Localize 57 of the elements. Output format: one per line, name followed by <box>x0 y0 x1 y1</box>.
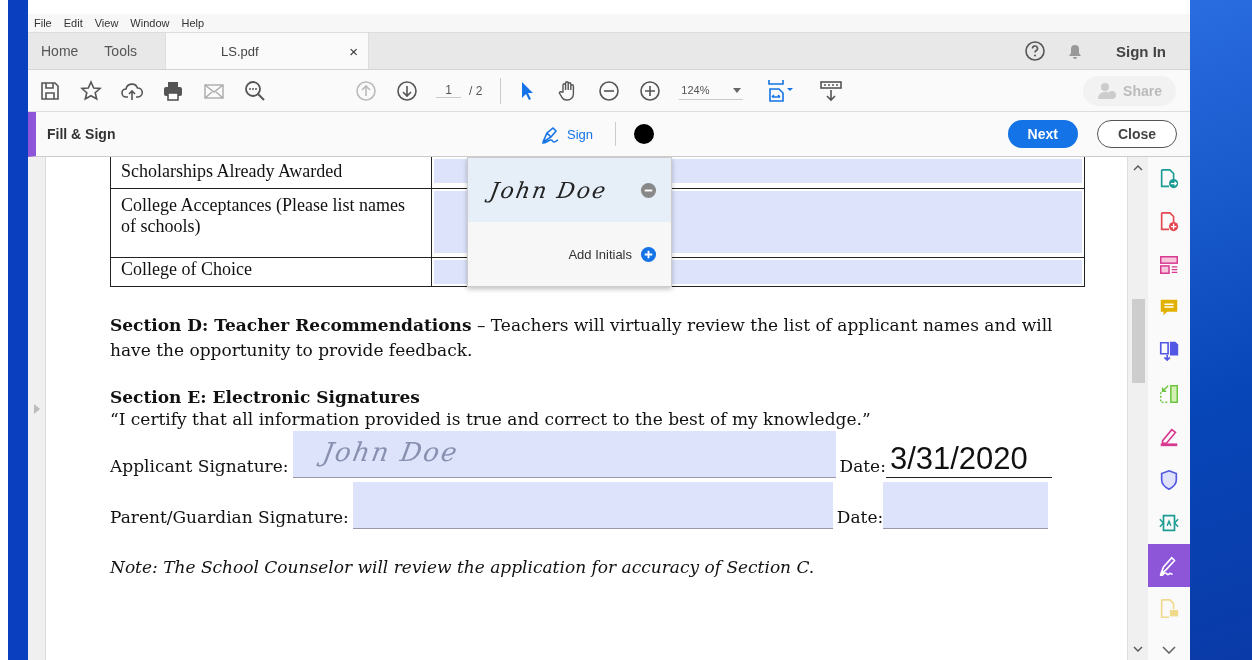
certification-text: “I certify that all information provided is true and correct to the best of my knowledge.” <box>110 409 872 429</box>
document-comment-icon <box>1158 597 1180 620</box>
saved-signature[interactable]: John Doe <box>468 158 671 222</box>
tab[interactable]: Tools <box>91 33 151 69</box>
scrollbar-thumb[interactable] <box>1131 299 1145 383</box>
section-heading: Section E: Electronic Signatures <box>110 387 421 407</box>
date-field[interactable] <box>883 482 1049 529</box>
tool-button[interactable] <box>1148 544 1190 587</box>
add-person-icon <box>1097 81 1118 100</box>
layout-icon <box>1158 253 1180 276</box>
menu-item[interactable]: File <box>34 17 52 29</box>
help-icon[interactable] <box>1024 40 1046 62</box>
page-count: / 2 <box>469 83 483 98</box>
menu-item[interactable]: Window <box>130 17 170 29</box>
resize-icon <box>1158 382 1180 405</box>
menu-item[interactable]: Help <box>181 17 205 29</box>
add-initials-link[interactable]: Add Initials <box>568 246 632 262</box>
sign-in-button[interactable]: Sign In <box>1116 42 1166 60</box>
note-text: Note: The School Counselor will review the application for accuracy of Section C. <box>110 557 816 577</box>
signature-label: Applicant Signature: <box>110 456 289 478</box>
table-cell: College Acceptances (Please list names of schools) <box>121 195 405 236</box>
search-icon[interactable] <box>243 78 267 103</box>
scroll-up-icon[interactable] <box>1133 165 1143 171</box>
more-tools-icon[interactable] <box>1162 646 1176 654</box>
signature-label: Parent/Guardian Signature: <box>110 507 349 529</box>
next-button[interactable]: Next <box>1007 120 1078 148</box>
combine-files-icon <box>1158 339 1180 362</box>
create-pdf-icon <box>1158 210 1180 233</box>
export-pdf-icon <box>1158 167 1180 190</box>
tab[interactable]: Home <box>28 33 92 69</box>
close-button[interactable]: Close <box>1096 120 1177 148</box>
table-cell: College of Choice <box>121 259 252 279</box>
zoom-out-icon[interactable] <box>597 78 622 103</box>
date-label: Date: <box>836 507 884 529</box>
close-tab-button[interactable]: × <box>349 42 359 60</box>
page-number-field[interactable]: 1 <box>436 83 461 98</box>
date-text[interactable]: 3/31/2020 <box>885 441 1052 478</box>
shield-icon <box>1158 468 1180 491</box>
zoom-dropdown[interactable]: 124% <box>679 81 744 100</box>
scroll-down-icon[interactable] <box>1133 646 1143 652</box>
menu-item[interactable]: View <box>94 17 119 29</box>
section-d-paragraph: Section D: Teacher Recommendations – Teachers will virtually review the list of applicant names and will have the opportunity to provide feedback. <box>110 314 1054 362</box>
fill-sign-title: Fill & Sign <box>47 126 117 142</box>
menu-item[interactable]: Edit <box>63 17 83 29</box>
date-label: Date: <box>839 456 886 478</box>
zoom-in-icon[interactable] <box>638 78 663 103</box>
sign-button[interactable]: Sign <box>540 124 594 144</box>
remove-icon[interactable] <box>640 181 657 199</box>
caret-icon[interactable] <box>733 87 742 93</box>
star-icon[interactable] <box>79 78 103 103</box>
scroll-mode-icon[interactable] <box>819 78 844 103</box>
signature-field[interactable] <box>352 482 833 529</box>
next-page-icon[interactable] <box>395 78 419 103</box>
color-swatch[interactable] <box>634 124 655 144</box>
add-icon[interactable] <box>640 245 657 263</box>
tab[interactable]: LS.pdf × <box>165 33 370 69</box>
table-cell: Scholarships Already Awarded <box>121 161 343 181</box>
